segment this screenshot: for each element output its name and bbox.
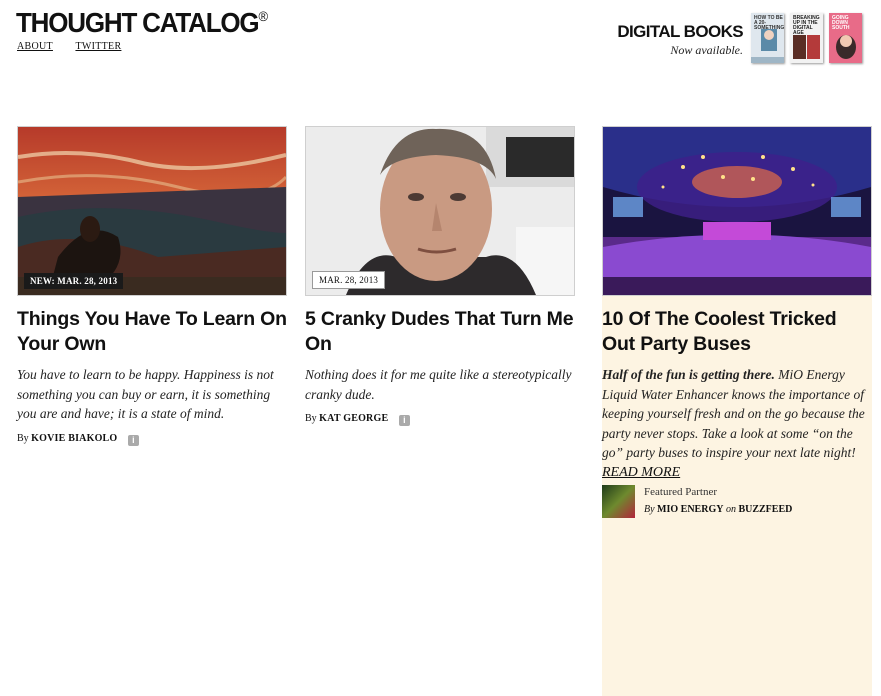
date-badge: NEW: MAR. 28, 2013 <box>24 273 124 289</box>
book-cover-2[interactable]: BREAKING UP IN THE DIGITAL AGE <box>790 13 823 63</box>
partner-byline: By MIO ENERGY on BUZZFEED <box>644 504 792 515</box>
date-badge: MAR. 28, 2013 <box>312 271 386 289</box>
info-icon[interactable]: i <box>127 434 139 446</box>
article-2-excerpt: Nothing does it for me quite like a ster… <box>305 367 572 402</box>
logo-text: THOUGHT CATALOG <box>16 6 260 39</box>
article-card-1: NEW: MAR. 28, 2013 Things You Have To Le… <box>17 126 287 446</box>
byline-on: on <box>725 503 736 515</box>
site-logo[interactable]: THOUGHT CATALOG® <box>16 6 268 39</box>
painting-art <box>18 127 286 295</box>
article-2-title[interactable]: 5 Cranky Dudes That Turn Me On <box>305 307 575 357</box>
author-link[interactable]: KAT GEORGE <box>319 413 388 424</box>
article-3-excerpt: Half of the fun is getting there. MiO En… <box>602 365 872 463</box>
mio-energy-logo[interactable] <box>602 484 635 518</box>
byline-by: By <box>305 413 317 424</box>
book-cover-2-art <box>793 35 820 59</box>
promo-title: DIGITAL BOOKS <box>617 22 743 41</box>
nav-about-link[interactable]: ABOUT <box>17 41 53 52</box>
promo-subtitle: Now available. <box>670 43 743 57</box>
article-2-image[interactable]: MAR. 28, 2013 <box>305 126 575 296</box>
article-3-image[interactable] <box>602 126 872 296</box>
party-bus-photo <box>603 127 871 295</box>
author-link[interactable]: MIO ENERGY <box>657 504 723 515</box>
author-link[interactable]: KOVIE BIAKOLO <box>31 433 117 444</box>
book-cover-1[interactable]: HOW TO BE A 20-SOMETHING <box>751 13 784 63</box>
top-nav: ABOUT TWITTER <box>17 41 141 52</box>
digital-books-promo[interactable]: DIGITAL BOOKS Now available. <box>617 22 743 58</box>
excerpt-lead: Half of the fun is getting there. <box>602 367 775 382</box>
article-card-3-sponsored: 10 Of The Coolest Tricked Out Party Buse… <box>602 126 872 696</box>
byline-by: By <box>644 503 655 515</box>
article-1-image[interactable]: NEW: MAR. 28, 2013 <box>17 126 287 296</box>
article-card-2: MAR. 28, 2013 5 Cranky Dudes That Turn M… <box>305 126 575 426</box>
book-cover-3-art <box>836 35 856 59</box>
featured-partner: Featured Partner By MIO ENERGY on BUZZFE… <box>602 484 872 519</box>
portrait-photo <box>306 127 574 295</box>
article-1-excerpt: You have to learn to be happy. Happiness… <box>17 367 274 421</box>
registered-mark: ® <box>258 8 269 25</box>
article-3-title[interactable]: 10 Of The Coolest Tricked Out Party Buse… <box>602 307 872 357</box>
book-cover-1-art <box>751 29 784 63</box>
byline-by: By <box>17 432 29 444</box>
info-icon[interactable]: i <box>398 415 410 426</box>
book-cover-3[interactable]: GOING DOWN SOUTH <box>829 13 862 63</box>
article-1-title[interactable]: Things You Have To Learn On Your Own <box>17 307 287 357</box>
article-2-byline: By KAT GEORGE i <box>305 413 575 426</box>
article-1-byline: By KOVIE BIAKOLO i <box>17 433 287 446</box>
featured-partner-label: Featured Partner <box>644 485 717 498</box>
nav-twitter-link[interactable]: TWITTER <box>75 41 121 52</box>
read-more-link[interactable]: READ MORE <box>602 465 680 481</box>
site-link[interactable]: BUZZFEED <box>738 504 792 515</box>
